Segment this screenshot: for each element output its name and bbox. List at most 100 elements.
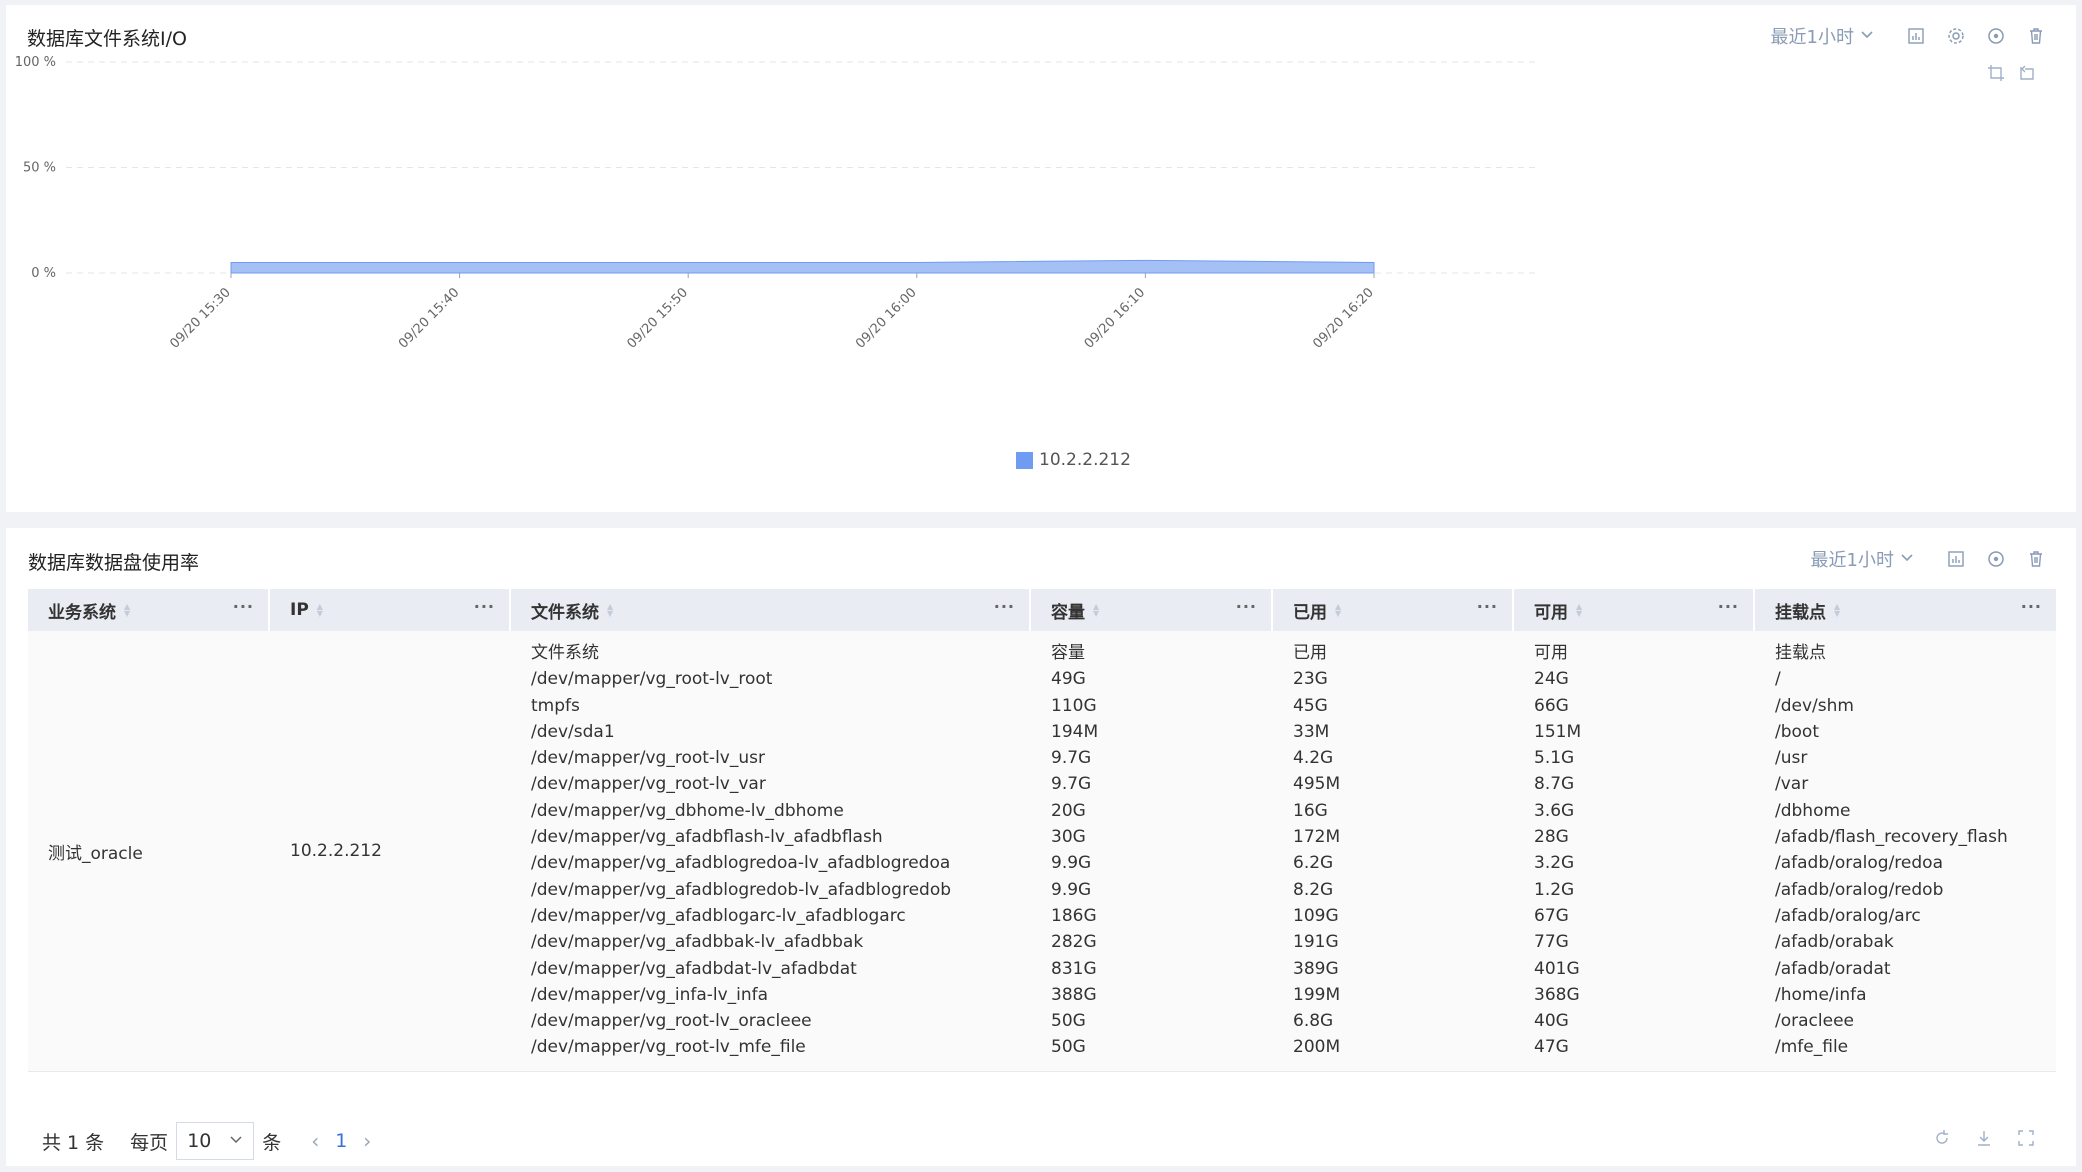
more-icon[interactable]: ··· [1718,597,1739,616]
total-count: 共 1 条 [42,1131,105,1154]
cell-line: /dev/shm [1775,695,1854,716]
sort-icon[interactable]: ▲ ▼ [1335,603,1341,618]
sort-icon[interactable]: ▲ ▼ [1093,603,1099,618]
more-icon[interactable]: ··· [994,597,1015,616]
cell-capacity: 容量 49G 110G 194M 9.7G 9.7G 20G 30G 9.9G 9.9G 186G 2… [1031,631,1273,1071]
cell-line: /dbhome [1775,800,1851,821]
y-tick-label: 0 % [31,266,56,281]
column-header-ip[interactable]: IP ▲ ▼ ··· [270,589,511,631]
cell-line: 9.7G [1051,774,1092,795]
more-icon[interactable]: ··· [474,597,495,616]
cell-line: 9.9G [1051,853,1092,874]
target-icon[interactable] [1986,26,2006,46]
cell-line: 50G [1051,1011,1086,1032]
cell-line: 282G [1051,932,1097,953]
cell-line: 6.2G [1293,853,1334,874]
more-icon[interactable]: ··· [1236,597,1257,616]
sort-icon[interactable]: ▲ ▼ [124,603,130,618]
cell-line: 20G [1051,800,1086,821]
cell-line: 16G [1293,800,1328,821]
cell-line: 容量 [1051,643,1085,663]
column-header-mount[interactable]: 挂载点 ▲ ▼ ··· [1755,589,2056,631]
target-icon[interactable] [1986,549,2006,569]
cell-line: 186G [1051,905,1097,926]
cell-line: 24G [1534,669,1569,690]
chart-legend[interactable]: 10.2.2.212 [1016,450,1131,470]
cell-line: /oracleee [1775,1011,1854,1032]
more-icon[interactable]: ··· [233,597,254,616]
cell-line: 可用 [1534,643,1568,663]
cell-line: /dev/mapper/vg_root-lv_var [531,774,766,795]
sort-icon[interactable]: ▲ ▼ [607,603,613,618]
chevron-down-icon [1860,26,1874,47]
cell-line: /afadb/oradat [1775,958,1891,979]
cell-line: / [1775,669,1781,690]
cell-line: 8.2G [1293,879,1334,900]
sort-icon[interactable]: ▲ ▼ [317,603,323,618]
cell-line: 110G [1051,695,1097,716]
cell-line: 1.2G [1534,879,1575,900]
io-area-chart: 100 % 50 % 0 % 09/20 15:30 09/20 15:40 09/20 … [15,55,1538,352]
cell-line: 6.8G [1293,1011,1334,1032]
cell-line: 3.6G [1534,800,1575,821]
cell-mount: 挂载点 / /dev/shm/boot/usr/var/dbhome/afadb/f… [1755,631,2056,1071]
cell-line: /dev/mapper/vg_afadblogredob-lv_afadblog… [531,879,952,900]
cell-line: 28G [1534,827,1569,848]
more-icon[interactable]: ··· [1477,597,1498,616]
sort-icon[interactable]: ▲ ▼ [1576,603,1582,618]
cell-line: /afadb/orabak [1775,932,1894,953]
refresh-icon[interactable] [1932,1128,1952,1148]
download-icon[interactable] [1974,1128,1994,1148]
current-page[interactable]: 1 [335,1130,347,1152]
cell-line: 389G [1293,958,1339,979]
column-header-available[interactable]: 可用 ▲ ▼ ··· [1514,589,1755,631]
x-tick-label: 09/20 15:30 [167,285,234,352]
trash-icon[interactable] [2026,26,2046,46]
gear-icon[interactable] [1946,26,1966,46]
time-range-select[interactable]: 最近1小时 [1811,546,1914,572]
more-icon[interactable]: ··· [2021,597,2042,616]
page-size-select[interactable]: 10 [176,1122,255,1160]
pagination: 共 1 条 每页 10 条 ‹ 1 › [42,1122,387,1160]
trash-icon[interactable] [2026,549,2046,569]
column-header-capacity[interactable]: 容量 ▲ ▼ ··· [1031,589,1273,631]
cell-line: 45G [1293,695,1328,716]
bar-chart-icon[interactable] [1906,26,1926,46]
cell-line: /dev/mapper/vg_afadbbak-lv_afadbbak [531,932,864,953]
column-header-used[interactable]: 已用 ▲ ▼ ··· [1273,589,1514,631]
page-size-value: 10 [187,1130,212,1152]
time-range-label: 最近1小时 [1770,27,1854,48]
chevron-down-icon [229,1130,243,1152]
y-tick-label: 50 % [23,161,56,176]
cell-line: 109G [1293,905,1339,926]
cell-line: 8.7G [1534,774,1575,795]
legend-swatch [1016,451,1033,469]
cell-line: 831G [1051,958,1097,979]
cell-line: 40G [1534,1011,1569,1032]
table-row: 测试_oracle 10.2.2.212 文件系统/dev/mapper/vg_… [28,631,2056,1071]
sort-icon[interactable]: ▲ ▼ [1834,603,1840,618]
cell-line: 194M [1051,721,1099,742]
series-area[interactable] [230,259,1375,274]
column-header-system[interactable]: 业务系统 ▲ ▼ ··· [28,589,270,631]
cell-line: 199M [1293,984,1341,1005]
cell-line: tmpfs [531,695,580,716]
next-page-button[interactable]: › [363,1129,371,1153]
column-header-filesystem[interactable]: 文件系统 ▲ ▼ ··· [511,589,1031,631]
cell-line: /dev/mapper/vg_afadblogarc-lv_afadblogar… [531,905,906,926]
cell-line: /dev/mapper/vg_afadbflash-lv_afadbflash [531,827,883,848]
x-tick-label: 09/20 16:20 [1310,285,1377,352]
fullscreen-icon[interactable] [2016,1128,2036,1148]
cell-line: 50G [1051,1037,1086,1058]
cell-line: /boot [1775,721,1819,742]
prev-page-button[interactable]: ‹ [311,1129,319,1153]
cell-line: 9.7G [1051,748,1092,769]
table-tools [1932,1128,2036,1148]
cell-line: 368G [1534,984,1580,1005]
time-range-select[interactable]: 最近1小时 [1771,23,1874,49]
panel-title: 数据库文件系统I/O [27,28,187,50]
cell-line: /afadb/oralog/arc [1775,905,1921,926]
bar-chart-icon[interactable] [1946,549,1966,569]
cell-line: /afadb/oralog/redoa [1775,853,1943,874]
cell-line: 49G [1051,669,1086,690]
